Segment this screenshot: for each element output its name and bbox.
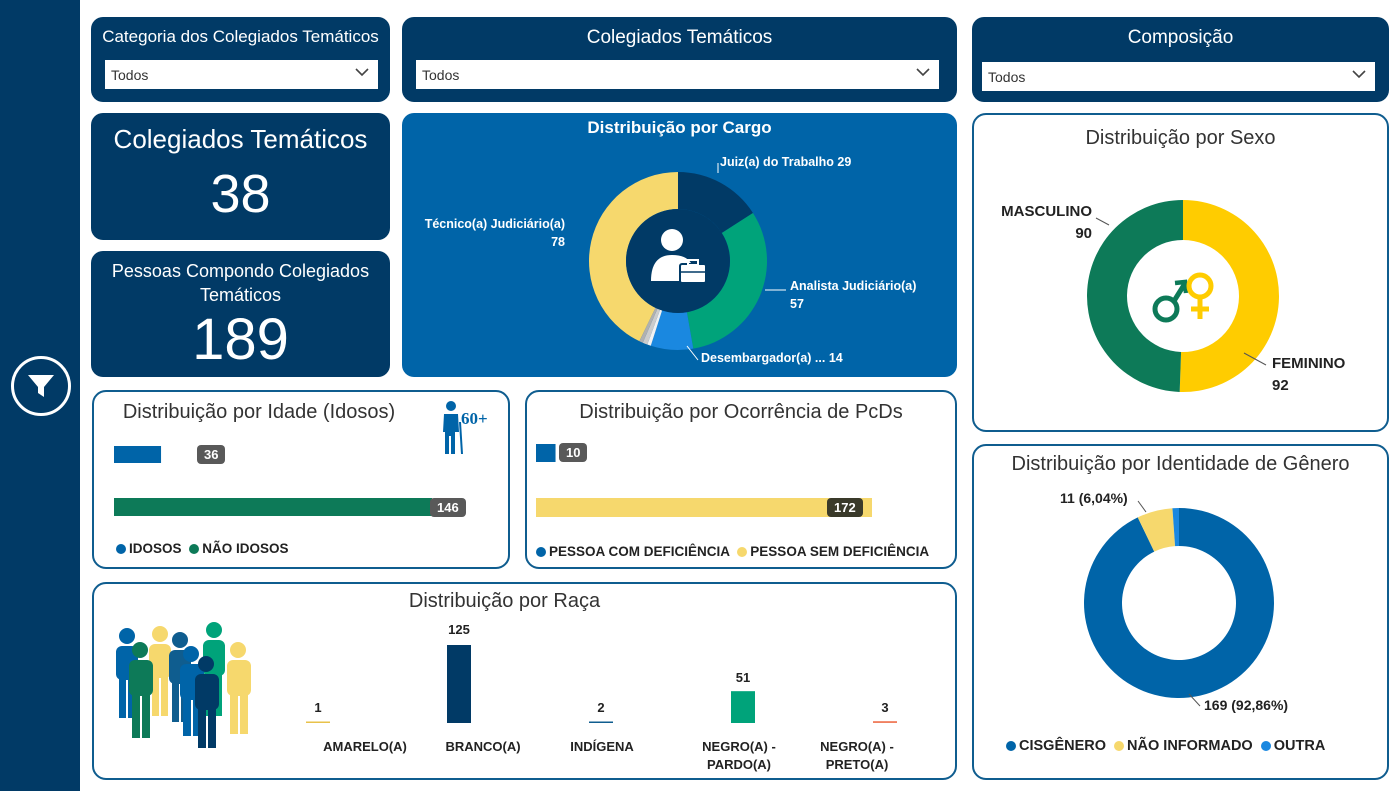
slicer-composicao-value: Todos — [988, 69, 1026, 85]
filter-icon — [28, 375, 54, 397]
cargo-label-analista: Analista Judiciário(a) 57 — [790, 279, 917, 311]
genero-legend: CISGÊNERO NÃO INFORMADO OUTRA — [1006, 738, 1325, 754]
pcd-bar-sem-deficiencia[interactable] — [536, 498, 872, 517]
cargo-label-tecnico: Técnico(a) Judiciário(a) 78 — [424, 217, 565, 249]
chevron-down-icon — [916, 68, 930, 77]
sidebar — [0, 0, 80, 791]
idade-legend: IDOSOS NÃO IDOSOS — [116, 541, 289, 556]
sexo-chart-card: Distribuição por Sexo MASCULINO 90 FEMINI… — [972, 113, 1389, 432]
slicer-colegiados-value: Todos — [422, 67, 460, 83]
raca-bar-4[interactable] — [873, 721, 897, 723]
raca-value-amarelo: 1 — [314, 700, 322, 715]
pcd-chart-card: Distribuição por Ocorrência de PcDs 10 1… — [525, 390, 957, 569]
pcd-value-com-deficiencia: 10 — [559, 443, 588, 462]
idade-bar-nao-idosos[interactable] — [114, 498, 432, 516]
idade-value-nao-idosos: 146 — [430, 498, 466, 517]
kpi-colegiados-value: 38 — [210, 164, 271, 224]
genero-chart-card: Distribuição por Identidade de Gênero 11… — [972, 444, 1389, 780]
slicer-colegiados-dropdown[interactable]: Todos — [416, 60, 939, 89]
pcd-bar-com-deficiencia[interactable] — [536, 444, 556, 462]
raca-cat-indigena: INDÍGENA — [570, 739, 634, 754]
idade-chart-card: Distribuição por Idade (Idosos) 60+ 36 1… — [92, 390, 510, 569]
raca-value-pardo: 51 — [735, 670, 751, 685]
slicer-categoria-value: Todos — [111, 67, 149, 83]
slicer-categoria-dropdown[interactable]: Todos — [105, 60, 378, 89]
genero-leader-lines — [1137, 500, 1201, 707]
slicer-colegiados: Colegiados Temáticos Todos — [402, 17, 957, 102]
cargo-label-juiz: Juiz(a) do Trabalho 29 — [720, 155, 852, 169]
raca-bar-0[interactable] — [306, 721, 330, 724]
raca-cat-branco: BRANCO(A) — [445, 739, 521, 754]
raca-chart-card: Distribuição por Raça 1 125 2 51 3 AMARE… — [92, 582, 957, 780]
raca-value-branco: 125 — [448, 622, 470, 637]
idade-value-idosos: 36 — [197, 445, 226, 464]
pcd-legend: PESSOA COM DEFICIÊNCIA PESSOA SEM DEFICI… — [536, 544, 929, 559]
cargo-label-desembargador: Desembargador(a) ... 14 — [701, 351, 843, 365]
slicer-categoria-title: Categoria dos Colegiados Temáticos — [102, 27, 379, 46]
kpi-pessoas-value: 189 — [192, 307, 289, 372]
slicer-composicao-title: Composição — [1127, 27, 1234, 48]
sexo-label-masculino: MASCULINO 90 — [1001, 203, 1092, 242]
kpi-pessoas-label: Pessoas Compondo Colegiados Temáticos — [111, 261, 370, 305]
raca-cat-amarelo: AMARELO(A) — [323, 739, 407, 754]
cargo-chart-card: Distribuição por Cargo Juiz(a) do Trabal… — [402, 113, 957, 377]
chevron-down-icon — [355, 68, 369, 77]
raca-value-preto: 3 — [881, 700, 889, 715]
kpi-pessoas-card: Pessoas Compondo Colegiados Temáticos 18… — [91, 251, 390, 377]
slicer-composicao: Composição Todos — [972, 17, 1389, 102]
genero-label-cisgenero: 169 (92,86%) — [1204, 697, 1289, 713]
raca-value-indigena: 2 — [597, 700, 605, 715]
raca-cat-preto: NEGRO(A) - PRETO(A) — [820, 739, 894, 772]
raca-bar-3[interactable] — [731, 691, 755, 723]
raca-bar-2[interactable] — [589, 721, 613, 724]
sexo-label-feminino: FEMININO 92 — [1272, 355, 1346, 394]
raca-cat-pardo: NEGRO(A) - PARDO(A) — [702, 739, 776, 772]
slicer-composicao-dropdown[interactable]: Todos — [982, 62, 1375, 91]
filter-button[interactable] — [11, 356, 71, 416]
chevron-down-icon — [1352, 70, 1366, 79]
kpi-colegiados-label: Colegiados Temáticos — [113, 124, 368, 154]
kpi-colegiados-card: Colegiados Temáticos 38 — [91, 113, 390, 240]
slicer-colegiados-title: Colegiados Temáticos — [586, 27, 773, 48]
slicer-categoria: Categoria dos Colegiados Temáticos Todos — [91, 17, 390, 102]
idade-bar-idosos[interactable] — [114, 446, 162, 463]
genero-label-nao-informado: 11 (6,04%) — [1060, 490, 1128, 506]
pcd-value-sem-deficiencia: 172 — [827, 498, 863, 517]
raca-bar-1[interactable] — [447, 645, 471, 723]
